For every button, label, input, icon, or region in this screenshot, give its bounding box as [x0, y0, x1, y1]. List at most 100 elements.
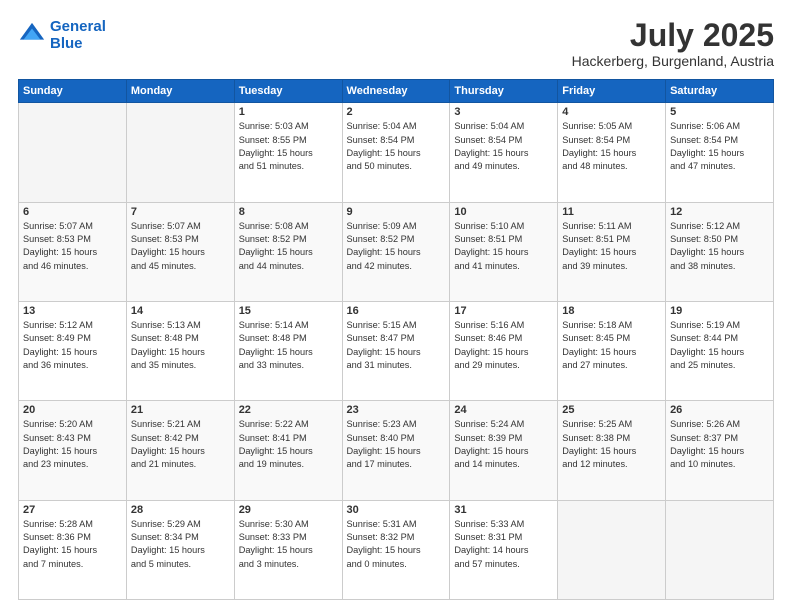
calendar-cell: 20 Sunrise: 5:20 AM Sunset: 8:43 PM Dayli…	[19, 401, 127, 500]
day-number: 14	[131, 305, 230, 317]
day-number: 24	[454, 404, 553, 416]
calendar-cell	[19, 103, 127, 202]
day-number: 15	[239, 305, 338, 317]
day-number: 30	[347, 504, 446, 516]
day-info: Sunrise: 5:31 AM Sunset: 8:32 PM Dayligh…	[347, 518, 446, 571]
day-header-saturday: Saturday	[666, 80, 774, 103]
day-number: 21	[131, 404, 230, 416]
day-number: 1	[239, 106, 338, 118]
day-number: 19	[670, 305, 769, 317]
day-number: 25	[562, 404, 661, 416]
logo-icon	[18, 21, 46, 49]
day-number: 23	[347, 404, 446, 416]
day-info: Sunrise: 5:29 AM Sunset: 8:34 PM Dayligh…	[131, 518, 230, 571]
calendar-cell: 27Sunrise: 5:28 AM Sunset: 8:36 PM Dayli…	[19, 500, 127, 599]
calendar-cell: 15 Sunrise: 5:14 AM Sunset: 8:48 PM Dayli…	[234, 301, 342, 400]
day-number: 11	[562, 206, 661, 218]
day-info: Sunrise: 5:03 AM Sunset: 8:55 PM Dayligh…	[239, 120, 338, 173]
day-info: Sunrise: 5:12 AM Sunset: 8:49 PM Dayligh…	[23, 319, 122, 372]
day-info: Sunrise: 5:30 AM Sunset: 8:33 PM Dayligh…	[239, 518, 338, 571]
day-number: 3	[454, 106, 553, 118]
calendar-cell: 18 Sunrise: 5:18 AM Sunset: 8:45 PM Dayli…	[558, 301, 666, 400]
calendar-cell: 23 Sunrise: 5:23 AM Sunset: 8:40 PM Dayli…	[342, 401, 450, 500]
calendar-cell: 30 Sunrise: 5:31 AM Sunset: 8:32 PM Dayli…	[342, 500, 450, 599]
calendar-cell: 24Sunrise: 5:24 AM Sunset: 8:39 PM Dayli…	[450, 401, 558, 500]
calendar-cell: 31 Sunrise: 5:33 AM Sunset: 8:31 PM Dayli…	[450, 500, 558, 599]
header: General Blue July 2025 Hackerberg, Burge…	[18, 18, 774, 69]
day-info: Sunrise: 5:06 AM Sunset: 8:54 PM Dayligh…	[670, 120, 769, 173]
calendar-cell: 7 Sunrise: 5:07 AM Sunset: 8:53 PM Daylig…	[126, 202, 234, 301]
day-info: Sunrise: 5:20 AM Sunset: 8:43 PM Dayligh…	[23, 418, 122, 471]
day-info: Sunrise: 5:19 AM Sunset: 8:44 PM Dayligh…	[670, 319, 769, 372]
logo-blue-word: Blue	[50, 35, 83, 52]
week-row-3: 13 Sunrise: 5:12 AM Sunset: 8:49 PM Dayli…	[19, 301, 774, 400]
day-info: Sunrise: 5:15 AM Sunset: 8:47 PM Dayligh…	[347, 319, 446, 372]
day-number: 22	[239, 404, 338, 416]
calendar-cell: 6Sunrise: 5:07 AM Sunset: 8:53 PM Daylig…	[19, 202, 127, 301]
calendar-cell	[558, 500, 666, 599]
day-number: 20	[23, 404, 122, 416]
day-number: 9	[347, 206, 446, 218]
day-info: Sunrise: 5:04 AM Sunset: 8:54 PM Dayligh…	[347, 120, 446, 173]
calendar-cell: 17 Sunrise: 5:16 AM Sunset: 8:46 PM Dayli…	[450, 301, 558, 400]
day-info: Sunrise: 5:14 AM Sunset: 8:48 PM Dayligh…	[239, 319, 338, 372]
day-info: Sunrise: 5:23 AM Sunset: 8:40 PM Dayligh…	[347, 418, 446, 471]
calendar-cell: 5 Sunrise: 5:06 AM Sunset: 8:54 PM Daylig…	[666, 103, 774, 202]
day-number: 31	[454, 504, 553, 516]
day-info: Sunrise: 5:16 AM Sunset: 8:46 PM Dayligh…	[454, 319, 553, 372]
day-number: 28	[131, 504, 230, 516]
day-info: Sunrise: 5:11 AM Sunset: 8:51 PM Dayligh…	[562, 220, 661, 273]
header-row: SundayMondayTuesdayWednesdayThursdayFrid…	[19, 80, 774, 103]
calendar-cell: 11 Sunrise: 5:11 AM Sunset: 8:51 PM Dayli…	[558, 202, 666, 301]
day-number: 18	[562, 305, 661, 317]
day-info: Sunrise: 5:13 AM Sunset: 8:48 PM Dayligh…	[131, 319, 230, 372]
calendar-cell: 28 Sunrise: 5:29 AM Sunset: 8:34 PM Dayli…	[126, 500, 234, 599]
day-info: Sunrise: 5:22 AM Sunset: 8:41 PM Dayligh…	[239, 418, 338, 471]
day-number: 12	[670, 206, 769, 218]
day-header-wednesday: Wednesday	[342, 80, 450, 103]
calendar-cell: 13 Sunrise: 5:12 AM Sunset: 8:49 PM Dayli…	[19, 301, 127, 400]
logo-general: General	[50, 18, 106, 35]
day-info: Sunrise: 5:04 AM Sunset: 8:54 PM Dayligh…	[454, 120, 553, 173]
calendar-cell: 3 Sunrise: 5:04 AM Sunset: 8:54 PM Daylig…	[450, 103, 558, 202]
day-info: Sunrise: 5:33 AM Sunset: 8:31 PM Dayligh…	[454, 518, 553, 571]
week-row-2: 6Sunrise: 5:07 AM Sunset: 8:53 PM Daylig…	[19, 202, 774, 301]
week-row-4: 20 Sunrise: 5:20 AM Sunset: 8:43 PM Dayli…	[19, 401, 774, 500]
calendar-cell	[666, 500, 774, 599]
day-header-monday: Monday	[126, 80, 234, 103]
day-number: 10	[454, 206, 553, 218]
calendar-cell: 12 Sunrise: 5:12 AM Sunset: 8:50 PM Dayli…	[666, 202, 774, 301]
day-number: 17	[454, 305, 553, 317]
calendar-cell: 8Sunrise: 5:08 AM Sunset: 8:52 PM Daylig…	[234, 202, 342, 301]
day-info: Sunrise: 5:12 AM Sunset: 8:50 PM Dayligh…	[670, 220, 769, 273]
calendar-cell: 2Sunrise: 5:04 AM Sunset: 8:54 PM Daylig…	[342, 103, 450, 202]
calendar-cell: 14 Sunrise: 5:13 AM Sunset: 8:48 PM Dayli…	[126, 301, 234, 400]
calendar-cell: 21 Sunrise: 5:21 AM Sunset: 8:42 PM Dayli…	[126, 401, 234, 500]
day-number: 7	[131, 206, 230, 218]
month-year: July 2025	[572, 18, 774, 53]
day-info: Sunrise: 5:07 AM Sunset: 8:53 PM Dayligh…	[131, 220, 230, 273]
logo-text: General Blue	[50, 18, 106, 53]
day-info: Sunrise: 5:10 AM Sunset: 8:51 PM Dayligh…	[454, 220, 553, 273]
calendar-cell: 10 Sunrise: 5:10 AM Sunset: 8:51 PM Dayli…	[450, 202, 558, 301]
day-number: 16	[347, 305, 446, 317]
day-info: Sunrise: 5:07 AM Sunset: 8:53 PM Dayligh…	[23, 220, 122, 273]
day-number: 5	[670, 106, 769, 118]
day-info: Sunrise: 5:08 AM Sunset: 8:52 PM Dayligh…	[239, 220, 338, 273]
logo: General Blue	[18, 18, 106, 53]
day-info: Sunrise: 5:21 AM Sunset: 8:42 PM Dayligh…	[131, 418, 230, 471]
calendar-cell: 4 Sunrise: 5:05 AM Sunset: 8:54 PM Daylig…	[558, 103, 666, 202]
calendar-table: SundayMondayTuesdayWednesdayThursdayFrid…	[18, 79, 774, 600]
day-number: 13	[23, 305, 122, 317]
day-info: Sunrise: 5:05 AM Sunset: 8:54 PM Dayligh…	[562, 120, 661, 173]
day-info: Sunrise: 5:09 AM Sunset: 8:52 PM Dayligh…	[347, 220, 446, 273]
location: Hackerberg, Burgenland, Austria	[572, 53, 774, 69]
day-number: 4	[562, 106, 661, 118]
calendar-cell: 19 Sunrise: 5:19 AM Sunset: 8:44 PM Dayli…	[666, 301, 774, 400]
day-info: Sunrise: 5:25 AM Sunset: 8:38 PM Dayligh…	[562, 418, 661, 471]
day-header-friday: Friday	[558, 80, 666, 103]
day-info: Sunrise: 5:26 AM Sunset: 8:37 PM Dayligh…	[670, 418, 769, 471]
week-row-5: 27Sunrise: 5:28 AM Sunset: 8:36 PM Dayli…	[19, 500, 774, 599]
day-info: Sunrise: 5:18 AM Sunset: 8:45 PM Dayligh…	[562, 319, 661, 372]
day-number: 26	[670, 404, 769, 416]
